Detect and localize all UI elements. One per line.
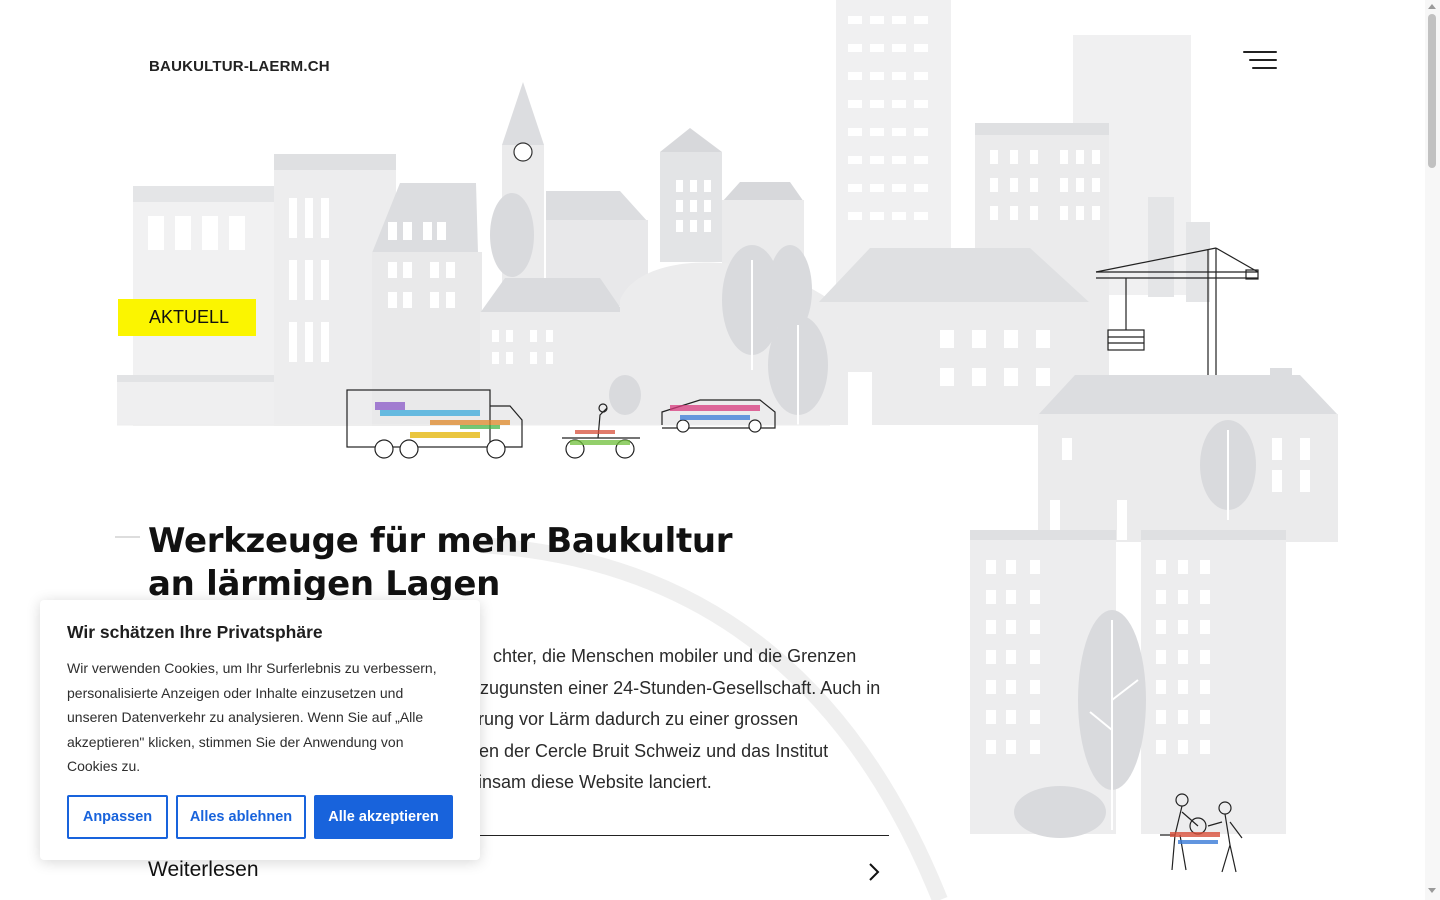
- accept-all-button[interactable]: Alle akzeptieren: [314, 795, 453, 839]
- scroll-up-arrow-icon[interactable]: [1428, 4, 1436, 9]
- page-title-line: Werkzeuge für mehr Baukultur: [148, 521, 733, 561]
- scroll-down-arrow-icon[interactable]: [1428, 888, 1436, 893]
- page-scrollbar[interactable]: [1425, 0, 1440, 900]
- scrollbar-thumb[interactable]: [1428, 14, 1436, 168]
- read-more-label: Weiterlesen: [148, 858, 259, 881]
- hamburger-menu-button[interactable]: [1240, 48, 1280, 74]
- news-tag-button[interactable]: AKTUELL: [118, 299, 256, 336]
- site-logo-link[interactable]: BAUKULTUR-LAERM.CH: [149, 58, 330, 75]
- cookie-title: Wir schätzen Ihre Privatsphäre: [67, 622, 323, 642]
- cookie-text-line: Wir verwenden Cookies, um Ihr Surferlebn…: [67, 660, 437, 676]
- cookie-description: Wir verwenden Cookies, um Ihr Surferlebn…: [67, 656, 457, 779]
- cookie-consent-dialog: Wir schätzen Ihre Privatsphäre Wir verwe…: [40, 600, 480, 860]
- hamburger-icon: [1243, 51, 1277, 53]
- cookie-text-line: akzeptieren" klicken, stimmen Sie der An…: [67, 733, 404, 750]
- cookie-text-line: Cookies zu.: [67, 758, 141, 774]
- cookie-text-line: personalisierte Anzeigen oder Inhalte ei…: [67, 684, 404, 701]
- page-title: Werkzeuge für mehr Baukultur an lärmigen…: [148, 520, 768, 606]
- read-more-link[interactable]: Weiterlesen: [148, 856, 889, 888]
- cookie-text-line: unseren Datenverkehr zu analysieren. Wen…: [67, 709, 424, 725]
- reject-all-button[interactable]: Alles ablehnen: [176, 795, 306, 839]
- hamburger-icon-line: [1249, 59, 1277, 61]
- chevron-right-icon: [869, 863, 880, 881]
- customize-cookies-button[interactable]: Anpassen: [67, 795, 168, 839]
- hamburger-icon-line: [1252, 67, 1277, 69]
